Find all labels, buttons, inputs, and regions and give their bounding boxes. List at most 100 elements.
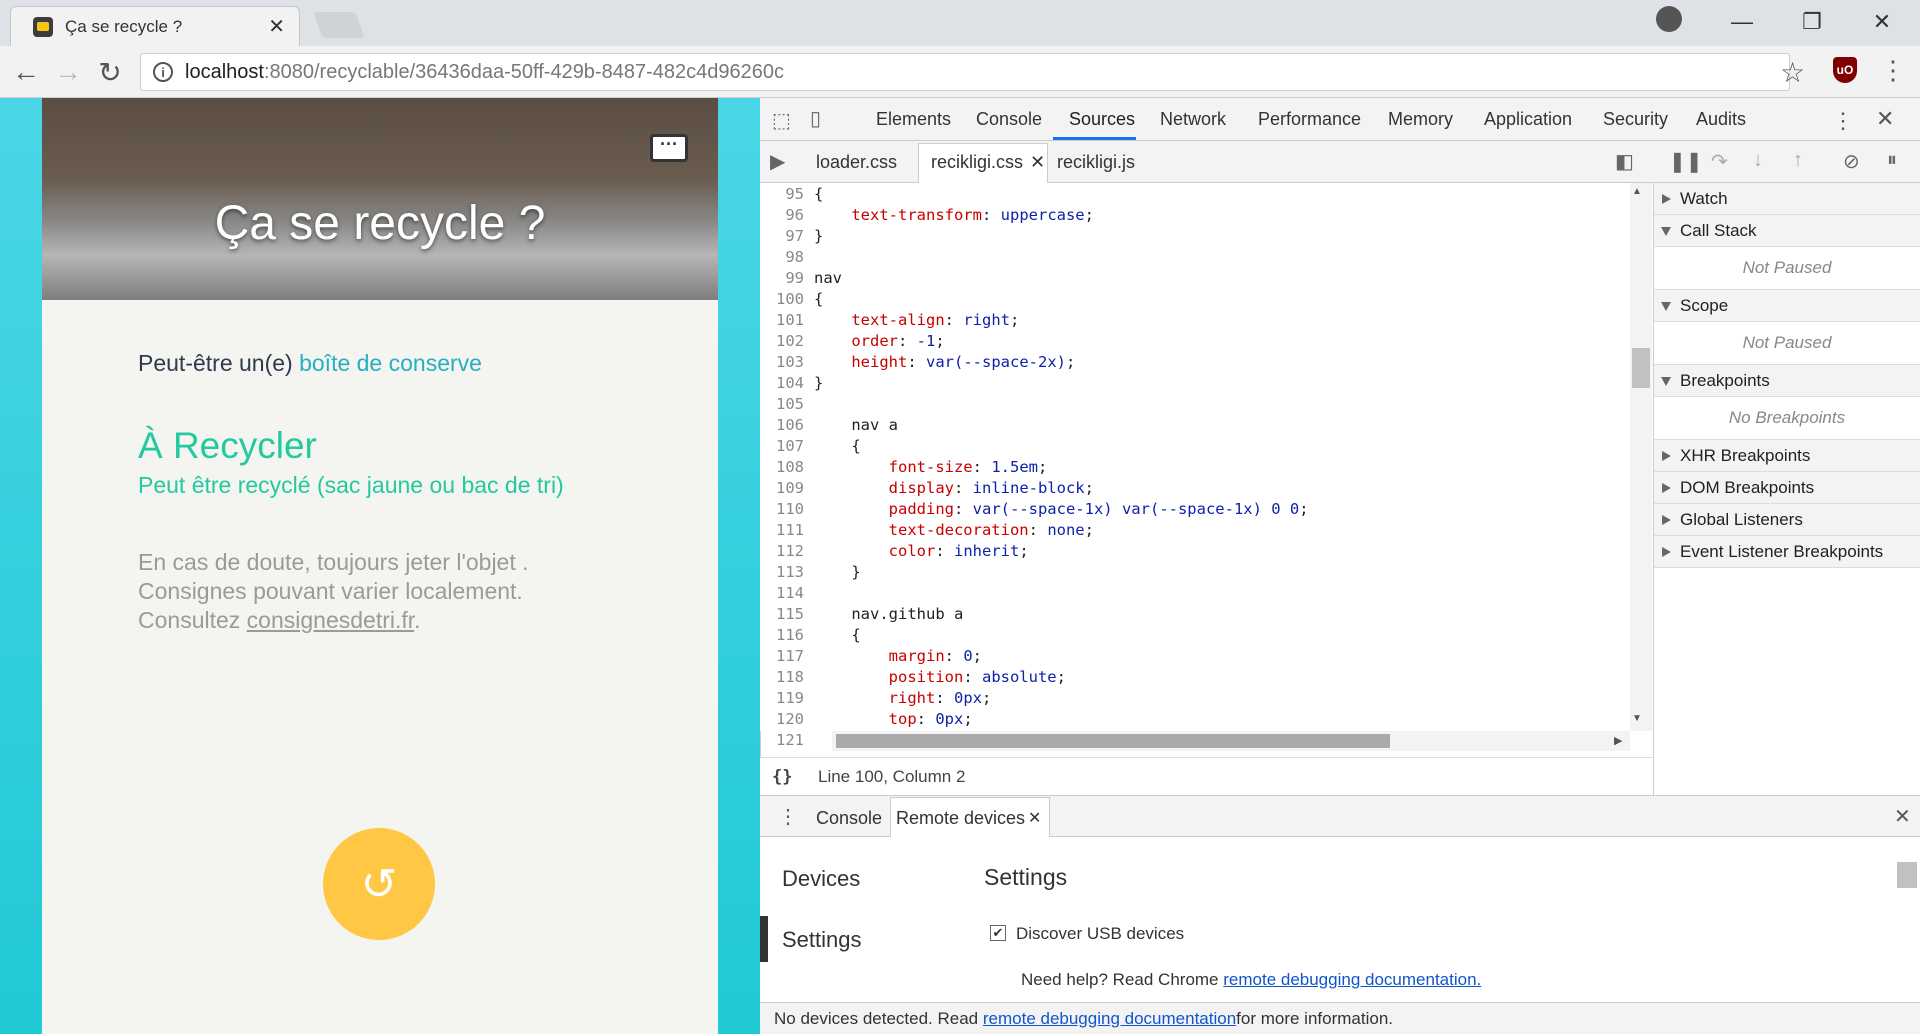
step-out-icon[interactable]: ↑ (1793, 149, 1803, 172)
tab-performance[interactable]: Performance (1258, 109, 1361, 130)
browser-tab[interactable]: Ça se recycle ? ✕ (10, 6, 300, 46)
browser-menu-icon[interactable]: ⋮ (1880, 55, 1906, 86)
address-bar[interactable]: i localhost:8080/recyclable/36436daa-50f… (140, 53, 1790, 91)
restart-button[interactable]: ↺ (323, 828, 435, 940)
close-window-button[interactable]: ✕ (1852, 4, 1912, 40)
scroll-right-arrow-icon[interactable]: ▶ (1614, 734, 1622, 747)
file-tab-loader-css[interactable]: loader.css (816, 152, 897, 173)
reload-icon[interactable]: ↻ (90, 46, 130, 98)
section-event-listener-breakpoints[interactable]: Event Listener Breakpoints (1654, 536, 1920, 568)
minimize-button[interactable]: — (1712, 4, 1772, 40)
code-editor[interactable]: 95 {96 text-transform: uppercase; 97} 98 99 n… (760, 183, 1630, 749)
line-number[interactable]: 121 (760, 731, 804, 749)
ublock-extension-icon[interactable]: uO (1833, 57, 1857, 83)
inspect-element-icon[interactable]: ⬚ (772, 108, 791, 133)
line-number[interactable]: 102 (760, 332, 804, 350)
back-arrow-icon[interactable]: ← (6, 46, 46, 98)
tab-network[interactable]: Network (1160, 109, 1226, 130)
section-call-stack[interactable]: Call Stack (1654, 215, 1920, 247)
drawer-tab-remote-devices[interactable]: Remote devices (896, 808, 1025, 829)
line-number[interactable]: 116 (760, 626, 804, 644)
pause-on-exceptions-icon[interactable]: ⏸ (1887, 149, 1897, 172)
chat-bubble-icon[interactable]: ··· (650, 134, 688, 162)
info-icon[interactable]: i (153, 62, 173, 82)
line-number[interactable]: 113 (760, 563, 804, 581)
new-tab-button[interactable] (313, 12, 365, 38)
file-tab-close-icon[interactable]: ✕ (1030, 152, 1045, 173)
scroll-down-arrow-icon[interactable]: ▼ (1632, 713, 1642, 724)
scroll-up-arrow-icon[interactable]: ▲ (1632, 186, 1642, 197)
line-number[interactable]: 96 (760, 206, 804, 224)
nav-settings[interactable]: Settings (782, 927, 862, 953)
line-number[interactable]: 111 (760, 521, 804, 539)
line-number[interactable]: 99 (760, 269, 804, 287)
pause-icon[interactable]: ❚❚ (1669, 149, 1703, 174)
call-stack-empty: Not Paused (1654, 247, 1920, 290)
line-number[interactable]: 103 (760, 353, 804, 371)
remote-debugging-docs-link[interactable]: remote debugging documentation. (1223, 970, 1481, 989)
line-number[interactable]: 115 (760, 605, 804, 623)
line-number[interactable]: 106 (760, 416, 804, 434)
restore-button[interactable]: ❐ (1782, 4, 1842, 40)
line-number[interactable]: 100 (760, 290, 804, 308)
devtools-close-icon[interactable]: ✕ (1876, 106, 1894, 132)
code-line: text-align: right; (851, 311, 1020, 329)
tab-sources[interactable]: Sources (1069, 109, 1135, 130)
code-horizontal-scroll-thumb[interactable] (836, 734, 1390, 748)
line-number[interactable]: 101 (760, 311, 804, 329)
tab-audits[interactable]: Audits (1696, 109, 1746, 130)
line-number[interactable]: 119 (760, 689, 804, 707)
line-number[interactable]: 104 (760, 374, 804, 392)
line-number[interactable]: 117 (760, 647, 804, 665)
drawer-tab-console[interactable]: Console (816, 808, 882, 829)
drawer-close-icon[interactable]: ✕ (1894, 804, 1911, 829)
step-into-icon[interactable]: ↓ (1753, 149, 1763, 172)
line-number[interactable]: 112 (760, 542, 804, 560)
section-watch[interactable]: Watch (1654, 183, 1920, 215)
file-tab-recikligi-js[interactable]: recikligi.js (1057, 152, 1135, 173)
line-number[interactable]: 105 (760, 395, 804, 413)
line-number[interactable]: 107 (760, 437, 804, 455)
tab-console[interactable]: Console (976, 109, 1042, 130)
line-number[interactable]: 108 (760, 458, 804, 476)
tab-memory[interactable]: Memory (1388, 109, 1453, 130)
step-over-icon[interactable]: ↷ (1711, 149, 1728, 174)
line-number[interactable]: 97 (760, 227, 804, 245)
bookmark-star-icon[interactable]: ☆ (1780, 56, 1805, 89)
forward-arrow-icon[interactable]: → (48, 46, 88, 98)
nav-selection-indicator (760, 916, 768, 962)
drawer-menu-icon[interactable]: ⋮ (778, 804, 798, 829)
toggle-debugger-icon[interactable]: ◧ (1615, 149, 1634, 174)
devtools-menu-icon[interactable]: ⋮ (1832, 108, 1854, 134)
section-scope[interactable]: Scope (1654, 290, 1920, 322)
tab-close-icon[interactable]: ✕ (268, 14, 285, 39)
nav-devices[interactable]: Devices (782, 866, 860, 892)
line-number[interactable]: 95 (760, 185, 804, 203)
device-toolbar-icon[interactable]: ▯ (810, 106, 821, 131)
status-docs-link[interactable]: remote debugging documentation (983, 1009, 1236, 1029)
drawer-tab-close-icon[interactable]: ✕ (1028, 808, 1041, 828)
drawer-scroll-thumb[interactable] (1897, 862, 1917, 888)
line-number[interactable]: 114 (760, 584, 804, 602)
pretty-print-icon[interactable]: {} (772, 767, 792, 787)
tab-elements[interactable]: Elements (876, 109, 951, 130)
section-breakpoints[interactable]: Breakpoints (1654, 365, 1920, 397)
toggle-navigator-icon[interactable]: ▶ (770, 149, 785, 174)
line-number[interactable]: 120 (760, 710, 804, 728)
code-vertical-scrollbar[interactable] (1630, 183, 1652, 731)
deactivate-breakpoints-icon[interactable]: ⊘ (1843, 149, 1860, 174)
profile-icon[interactable] (1656, 6, 1682, 32)
section-dom-breakpoints[interactable]: DOM Breakpoints (1654, 472, 1920, 504)
line-number[interactable]: 98 (760, 248, 804, 266)
tab-security[interactable]: Security (1603, 109, 1668, 130)
line-number[interactable]: 109 (760, 479, 804, 497)
line-number[interactable]: 118 (760, 668, 804, 686)
section-global-listeners[interactable]: Global Listeners (1654, 504, 1920, 536)
tab-application[interactable]: Application (1484, 109, 1572, 130)
code-vertical-scroll-thumb[interactable] (1632, 348, 1650, 388)
section-xhr-breakpoints[interactable]: XHR Breakpoints (1654, 440, 1920, 472)
discover-usb-checkbox[interactable]: ✔ (990, 925, 1006, 941)
line-number[interactable]: 110 (760, 500, 804, 518)
file-tab-recikligi-css[interactable]: recikligi.css (931, 152, 1023, 173)
consignes-link[interactable]: consignesdetri.fr (247, 607, 414, 633)
